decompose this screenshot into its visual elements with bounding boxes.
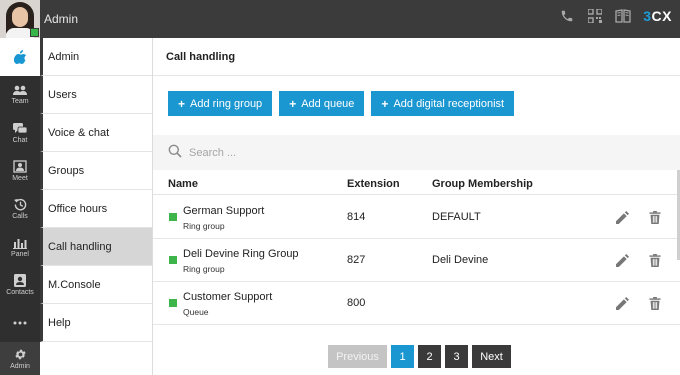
trash-icon[interactable] [647,295,663,311]
meet-icon [13,160,27,173]
rail-item-contacts[interactable]: Contacts [0,266,40,304]
pencil-icon[interactable] [614,209,630,225]
status-indicator [169,299,177,307]
apple-icon[interactable] [0,38,40,76]
plus-icon: + [178,96,186,111]
column-header-group-membership[interactable]: Group Membership [432,178,533,190]
rail-item-more[interactable] [0,304,40,342]
row-extension: 814 [347,211,366,223]
submenu-item-users[interactable]: Users [40,76,152,114]
avatar[interactable] [0,0,40,38]
row-type: Ring group [183,221,225,231]
submenu-item-groups[interactable]: Groups [40,152,152,190]
submenu-item-help[interactable]: Help [40,304,152,342]
row-name: Customer Support [183,291,273,303]
admin-submenu: Admin Users Voice & chat Groups Office h… [40,38,153,375]
add-ring-group-button[interactable]: + Add ring group [168,91,273,116]
chat-icon [13,122,27,133]
previous-page-button[interactable]: Previous [328,345,387,368]
phone-icon[interactable] [559,8,575,24]
row-type: Queue [183,307,209,317]
book-icon[interactable] [615,8,631,24]
rail-item-admin[interactable]: Admin [0,342,40,375]
more-icon [13,321,27,325]
table-row[interactable]: German Support Ring group 814 DEFAULT [153,196,680,239]
search-icon [168,144,182,161]
panel-icon [13,238,27,249]
page-button-3[interactable]: 3 [445,345,468,368]
pagination: Previous 1 2 3 Next [328,345,511,368]
rail-item-meet[interactable]: Meet [0,152,40,190]
row-name: German Support [183,205,265,217]
app-title: Admin [44,12,79,26]
table-row[interactable]: Customer Support Queue 800 [153,282,680,325]
pencil-icon[interactable] [614,295,630,311]
rail-item-chat[interactable]: Chat [0,114,40,152]
table-header: Name Extension Group Membership [153,173,680,195]
rail-item-team[interactable]: Team [0,76,40,114]
row-extension: 827 [347,254,366,266]
search-input[interactable] [189,146,489,159]
gear-icon [14,349,26,359]
status-indicator [169,256,177,264]
top-bar: Admin 3CX [0,0,680,38]
submenu-item-admin[interactable]: Admin [40,38,152,76]
submenu-item-mconsole[interactable]: M.Console [40,266,152,304]
submenu-item-voice-chat[interactable]: Voice & chat [40,114,152,152]
plus-icon: + [289,96,297,111]
row-type: Ring group [183,264,225,274]
trash-icon[interactable] [647,209,663,225]
main-content: Call handling + Add ring group + Add que… [153,38,680,375]
rail-item-panel[interactable]: Panel [0,228,40,266]
next-page-button[interactable]: Next [472,345,511,368]
row-extension: 800 [347,297,366,309]
trash-icon[interactable] [647,252,663,268]
column-header-extension[interactable]: Extension [347,178,400,190]
app-rail: Team Chat Meet Calls Panel Contacts Admi… [0,38,40,375]
plus-icon: + [381,96,389,111]
qr-code-icon[interactable] [587,8,603,24]
team-icon [13,85,27,95]
submenu-item-office-hours[interactable]: Office hours [40,190,152,228]
table-row[interactable]: Deli Devine Ring Group Ring group 827 De… [153,239,680,282]
page-title: Call handling [153,38,680,76]
submenu-item-call-handling[interactable]: Call handling [40,228,152,266]
row-group-membership: DEFAULT [432,211,481,223]
presence-status-icon [30,28,39,37]
add-digital-receptionist-button[interactable]: + Add digital receptionist [371,91,515,116]
search-bar [153,135,680,170]
status-indicator [169,213,177,221]
contacts-icon [14,274,26,287]
action-bar: + Add ring group + Add queue + Add digit… [168,91,515,116]
row-name: Deli Devine Ring Group [183,248,299,260]
page-button-1[interactable]: 1 [391,345,414,368]
row-group-membership: Deli Devine [432,254,489,266]
column-header-name[interactable]: Name [168,178,198,190]
calls-icon [13,198,26,211]
pencil-icon[interactable] [614,252,630,268]
add-queue-button[interactable]: + Add queue [279,91,365,116]
brand-logo: 3CX [643,8,672,24]
page-button-2[interactable]: 2 [418,345,441,368]
rail-item-calls[interactable]: Calls [0,190,40,228]
